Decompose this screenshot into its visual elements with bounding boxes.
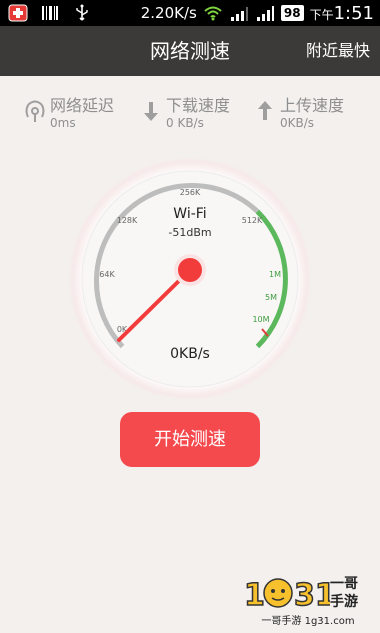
upload-arrow-icon <box>258 101 272 120</box>
watermark-url: 一哥手游 1g31.com <box>261 616 355 627</box>
tick-label: 256K <box>180 188 201 197</box>
status-bar: 2.20K/s 98 下午1:51 <box>0 0 380 26</box>
download-label: 下载速度 <box>166 96 231 115</box>
tick-label: 10M <box>252 315 269 324</box>
battery-icon: 98 <box>280 5 304 21</box>
barcode-icon <box>42 6 58 20</box>
signal-strength: -51dBm <box>168 226 211 239</box>
gauge-svg: 0K 64K 128K 256K 512K 1M 5M 10M Wi-Fi -5… <box>68 157 312 401</box>
network-type: Wi-Fi <box>173 206 206 222</box>
latency-value: 0ms <box>50 116 76 130</box>
latency-label: 网络延迟 <box>50 96 115 115</box>
watermark-line1: 一哥 <box>330 576 358 592</box>
download-arrow-icon <box>144 102 158 121</box>
svg-text:1: 1 <box>244 578 265 613</box>
red-cross-icon <box>8 4 28 22</box>
tick-label: 1M <box>269 270 281 279</box>
svg-text:31: 31 <box>294 578 330 613</box>
speed-gauge: 0K 64K 128K 256K 512K 1M 5M 10M Wi-Fi -5… <box>66 155 314 403</box>
signal-weak-icon <box>230 7 248 21</box>
network-speed-text: 2.20K/s <box>140 4 197 22</box>
tick-label: 5M <box>265 293 277 302</box>
signal-strong-icon <box>256 6 274 21</box>
logo-graphic: 1 31 <box>243 577 330 614</box>
usb-icon <box>76 4 88 21</box>
clock-time: 1:51 <box>333 2 374 24</box>
nearest-fastest-button[interactable]: 附近最快 <box>306 26 370 76</box>
clock-period: 下午 <box>309 7 334 22</box>
tick-label: 512K <box>242 216 263 225</box>
status-bar-notifications <box>8 4 92 22</box>
app-header: 网络测速 附近最快 <box>0 26 380 76</box>
download-value: 0 KB/s <box>166 116 204 130</box>
ping-icon <box>25 100 45 122</box>
upload-label: 上传速度 <box>280 96 345 115</box>
status-bar-system: 2.20K/s 98 下午1:51 <box>141 0 374 26</box>
tick-label: 64K <box>99 270 115 279</box>
current-speed: 0KB/s <box>170 346 210 362</box>
clock: 下午1:51 <box>310 3 374 24</box>
wifi-icon <box>204 6 222 21</box>
tick-label: 128K <box>117 216 138 225</box>
upload-value: 0KB/s <box>280 116 315 130</box>
start-test-button[interactable]: 开始测速 <box>120 412 260 467</box>
watermark-logo: 1 31 一哥 手游 一哥手游 1g31.com <box>242 569 374 627</box>
stats-row: 网络延迟 0ms 下载速度 0 KB/s 上传速度 0KB/s <box>0 88 380 136</box>
watermark-line2: 手游 <box>330 594 358 610</box>
needle-hub <box>178 258 202 282</box>
